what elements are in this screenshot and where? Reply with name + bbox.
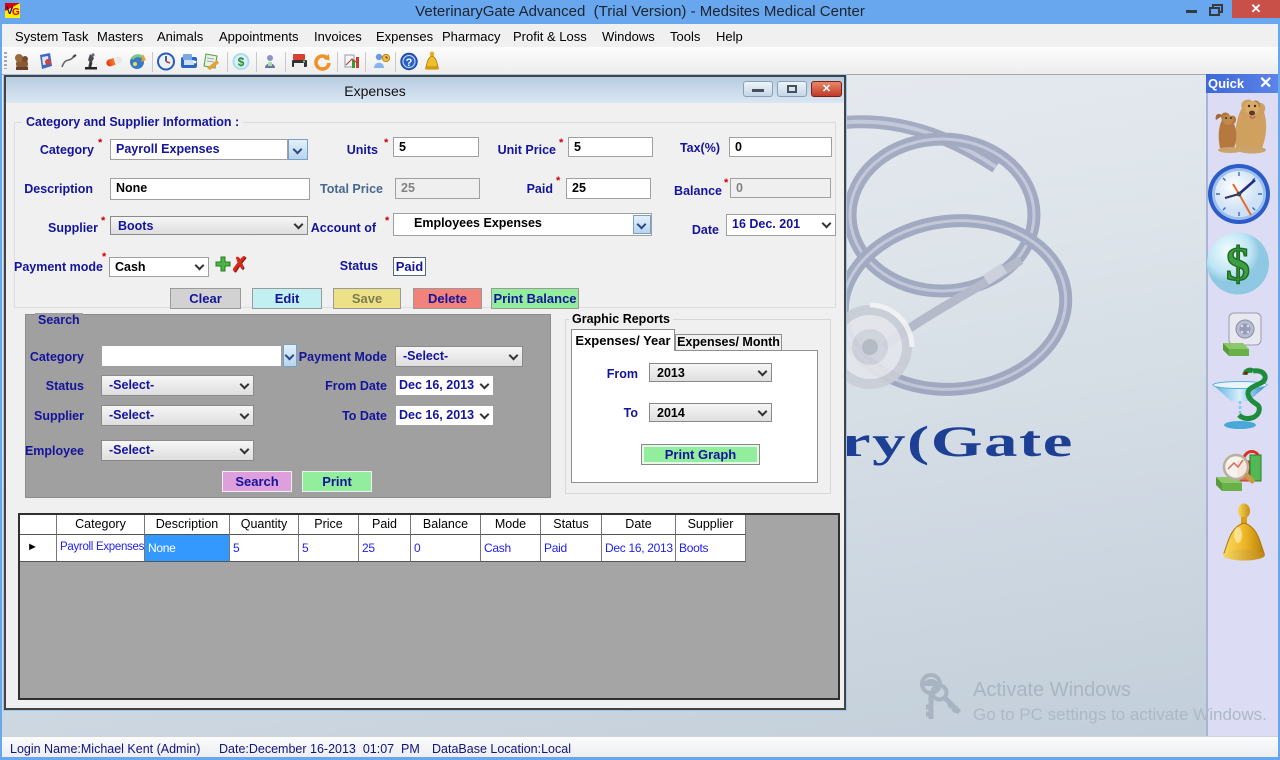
svg-text:$: $ xyxy=(1226,238,1250,291)
svg-text:?: ? xyxy=(406,57,413,69)
svg-text:$: $ xyxy=(238,55,245,69)
